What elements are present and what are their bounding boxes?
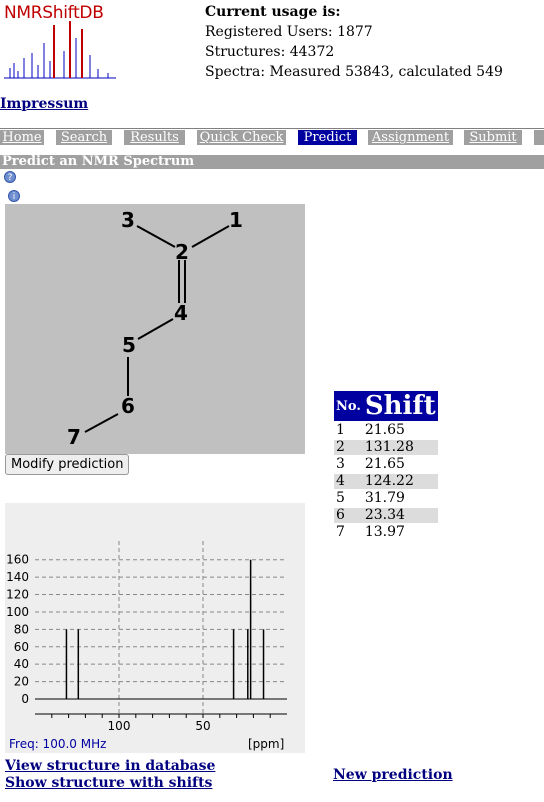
row-no: 1 — [336, 422, 345, 438]
atom-label-3: 3 — [121, 208, 135, 232]
usage-stats: Current usage is: Registered Users: 1877… — [205, 2, 503, 82]
row-no: 6 — [334, 508, 363, 523]
show-structure-shifts-link[interactable]: Show structure with shifts — [5, 775, 212, 791]
atom-label-2: 2 — [175, 240, 189, 264]
row-shift: 31.79 — [364, 490, 405, 506]
freq-label: Freq: 100.0 MHz — [9, 737, 106, 751]
section-title: Predict an NMR Spectrum — [0, 155, 544, 169]
row-no: 4 — [334, 474, 363, 489]
col-header-shift: Shift — [362, 391, 438, 421]
table-row: 5 31.79 — [334, 491, 438, 506]
atom-label-6: 6 — [121, 394, 135, 418]
y-tick-label: 60 — [14, 640, 29, 654]
unit-label: [ppm] — [248, 737, 284, 751]
nmrshiftdb-logo[interactable]: NMRShiftDB — [4, 3, 116, 79]
col-header-no: No. — [334, 391, 363, 421]
result-links: View structure in database Show structur… — [5, 758, 215, 792]
y-tick-label: 140 — [6, 570, 29, 584]
modify-prediction-button[interactable]: Modify prediction — [5, 454, 130, 475]
info-icon[interactable]: i — [8, 190, 20, 202]
y-tick-label: 160 — [6, 553, 29, 567]
atom-label-4: 4 — [174, 301, 188, 325]
tab-submit[interactable]: Submit — [464, 130, 522, 145]
logo-spectrum-icon — [4, 21, 116, 79]
molecule-drawing: 3 1 2 4 5 6 7 — [67, 208, 243, 449]
view-in-database-link[interactable]: View structure in database — [5, 758, 215, 774]
spectra-count: Spectra: Measured 53843, calculated 549 — [205, 64, 503, 80]
atom-label-5: 5 — [122, 333, 136, 357]
tab-home[interactable]: Home — [0, 130, 44, 145]
y-tick-label: 40 — [14, 657, 29, 671]
atom-label-7: 7 — [67, 425, 81, 449]
y-tick-label: 20 — [14, 675, 29, 689]
shift-table: No. Shift 1 21.65 2 131.28 3 21.65 4 124.22 … — [334, 389, 438, 542]
structures-count: Structures: 44372 — [205, 44, 335, 60]
y-tick-label: 0 — [21, 692, 29, 706]
atom-label-1: 1 — [229, 208, 243, 232]
table-row: 2 131.28 — [334, 440, 438, 455]
bond-3-2 — [136, 225, 176, 248]
x-tick-label: 100 — [108, 719, 131, 733]
tab-predict[interactable]: Predict — [298, 130, 357, 145]
table-row: 1 21.65 — [334, 423, 438, 438]
predicted-spectrum-chart: 0 20 40 60 80 100 120 140 160 100 50 Freq: 100.0 … — [5, 503, 305, 753]
usage-heading: Current usage is: — [205, 4, 341, 20]
row-shift: 21.65 — [364, 422, 405, 438]
molecule-structure-view: 3 1 2 4 5 6 7 — [5, 204, 305, 454]
tab-search[interactable]: Search — [56, 130, 112, 145]
y-tick-label: 100 — [6, 605, 29, 619]
bond-6-7 — [84, 413, 119, 433]
main-nav-tabs: Home Search Results Quick Check Predict … — [0, 128, 544, 145]
row-no: 7 — [336, 524, 345, 540]
tab-results[interactable]: Results — [124, 130, 185, 145]
y-tick-label: 120 — [6, 588, 29, 602]
help-icon[interactable]: ? — [4, 171, 16, 183]
row-no: 5 — [336, 490, 345, 506]
tab-quick-check[interactable]: Quick Check — [197, 130, 286, 145]
registered-users: Registered Users: 1877 — [205, 24, 373, 40]
tab-more-partial[interactable] — [534, 130, 544, 145]
impressum-link[interactable]: Impressum — [0, 96, 88, 112]
row-shift: 21.65 — [364, 456, 405, 472]
new-prediction-link[interactable]: New prediction — [333, 767, 453, 783]
row-shift: 131.28 — [362, 440, 438, 455]
x-tick-label: 50 — [195, 719, 210, 733]
bond-4-5 — [137, 318, 174, 340]
table-row: 4 124.22 — [334, 474, 438, 489]
table-row: 7 13.97 — [334, 525, 438, 540]
table-row: 6 23.34 — [334, 508, 438, 523]
y-tick-label: 80 — [14, 622, 29, 636]
row-no: 2 — [334, 440, 363, 455]
bond-1-2 — [191, 225, 230, 248]
table-row: 3 21.65 — [334, 457, 438, 472]
tab-assignment[interactable]: Assignment — [368, 130, 453, 145]
spectrum-plot: 0 20 40 60 80 100 120 140 160 100 50 Freq: 100.0 … — [6, 541, 287, 751]
row-shift: 23.34 — [362, 508, 438, 523]
row-shift: 124.22 — [362, 474, 438, 489]
row-no: 3 — [336, 456, 345, 472]
row-shift: 13.97 — [364, 524, 405, 540]
